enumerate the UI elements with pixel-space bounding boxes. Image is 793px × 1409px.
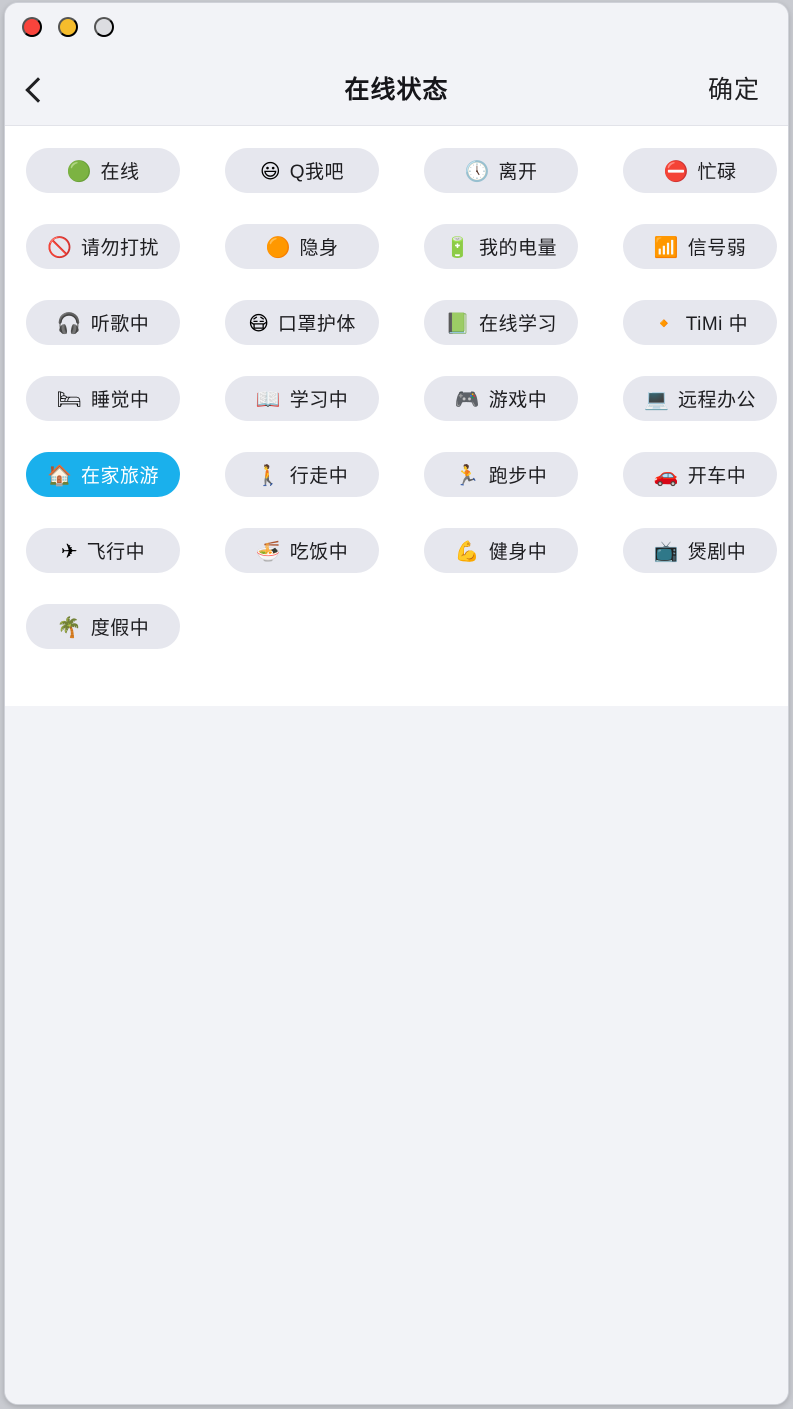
status-chip-label: 我的电量: [478, 238, 557, 259]
status-chip-driving[interactable]: 🚗 开车中: [623, 452, 777, 497]
status-chip-studying[interactable]: 📖 学习中: [225, 376, 379, 421]
q-me-icon: 😃: [259, 158, 281, 183]
timi-icon: 🔸: [651, 310, 677, 335]
status-chip-label: 在线: [100, 162, 140, 183]
status-chip-do-not-disturb[interactable]: 🚫 请勿打扰: [26, 224, 180, 269]
status-chip-q-me[interactable]: 😃 Q我吧: [225, 148, 379, 193]
status-chip-walking[interactable]: 🚶 行走中: [225, 452, 379, 497]
status-chip-vacation[interactable]: 🌴 度假中: [26, 604, 180, 649]
status-chip-label: 离开: [498, 162, 538, 183]
confirm-button[interactable]: 确定: [708, 55, 760, 125]
status-chip-invisible[interactable]: 🟠 隐身: [225, 224, 379, 269]
listening-icon: 🎧: [56, 310, 82, 335]
status-chip-label: 口罩护体: [277, 314, 356, 335]
status-chip-fitness[interactable]: 💪 健身中: [424, 528, 578, 573]
status-chip-label: 健身中: [488, 542, 548, 563]
status-chip-label: 吃饭中: [289, 542, 349, 563]
status-chip-label: 信号弱: [687, 238, 747, 259]
status-chip-label: 行走中: [289, 466, 349, 487]
home-travel-icon: 🏠: [47, 462, 72, 487]
status-chip-label: 在线学习: [478, 314, 557, 335]
status-chip-label: Q我吧: [289, 162, 345, 183]
minimize-button[interactable]: [58, 17, 78, 37]
status-chip-gaming[interactable]: 🎮 游戏中: [424, 376, 578, 421]
status-chip-my-battery[interactable]: 🔋 我的电量: [424, 224, 578, 269]
status-chip-label: TiMi 中: [685, 314, 749, 335]
weak-signal-icon: 📶: [653, 234, 679, 259]
status-chip-eating[interactable]: 🍜 吃饭中: [225, 528, 379, 573]
status-chip-label: 煲剧中: [687, 542, 747, 563]
app-window: 在线状态 确定 🟢 在线 😃 Q我吧 🕔 离开 ⛔ 忙碌 🚫 请勿打扰 🟠 隐身 🔋 我的电量 📶 信号弱 🎧 听…: [4, 2, 789, 1405]
status-panel: 🟢 在线 😃 Q我吧 🕔 离开 ⛔ 忙碌 🚫 请勿打扰 🟠 隐身 🔋 我的电量 📶 信号弱 🎧 听歌中 😷 口罩护体 📗…: [5, 126, 788, 706]
title-bar: [5, 3, 788, 55]
sleeping-icon: 🛏: [56, 386, 82, 411]
status-chip-remote-work[interactable]: 💻 远程办公: [623, 376, 777, 421]
vacation-icon: 🌴: [56, 614, 82, 639]
fitness-icon: 💪: [454, 538, 480, 563]
eating-icon: 🍜: [255, 538, 281, 563]
status-chip-listening[interactable]: 🎧 听歌中: [26, 300, 180, 345]
status-chip-flying[interactable]: ✈ 飞行中: [26, 528, 180, 573]
invisible-icon: 🟠: [265, 234, 291, 259]
status-chip-online[interactable]: 🟢 在线: [26, 148, 180, 193]
away-icon: 🕔: [464, 158, 490, 183]
status-chip-label: 学习中: [289, 390, 349, 411]
status-chip-label: 请勿打扰: [80, 238, 159, 259]
status-chip-online-study[interactable]: 📗 在线学习: [424, 300, 578, 345]
studying-icon: 📖: [255, 386, 281, 411]
traffic-light-group: [22, 17, 114, 37]
running-icon: 🏃: [454, 462, 480, 487]
status-chip-label: 隐身: [299, 238, 339, 259]
mask-up-icon: 😷: [248, 310, 269, 335]
status-chip-sleeping[interactable]: 🛏 睡觉中: [26, 376, 180, 421]
status-chip-label: 在家旅游: [80, 466, 159, 487]
status-chip-running[interactable]: 🏃 跑步中: [424, 452, 578, 497]
do-not-disturb-icon: 🚫: [47, 234, 72, 259]
status-chip-label: 睡觉中: [90, 390, 150, 411]
close-button[interactable]: [22, 17, 42, 37]
status-chip-away[interactable]: 🕔 离开: [424, 148, 578, 193]
status-chip-label: 远程办公: [677, 390, 756, 411]
page-title: 在线状态: [344, 76, 449, 104]
remote-work-icon: 💻: [644, 386, 669, 411]
busy-icon: ⛔: [663, 158, 689, 183]
empty-content-area: [5, 706, 788, 1404]
status-chip-label: 飞行中: [86, 542, 146, 563]
status-chip-home-travel[interactable]: 🏠 在家旅游: [26, 452, 180, 497]
online-icon: 🟢: [66, 158, 92, 183]
binge-watching-icon: 📺: [653, 538, 679, 563]
navigation-bar: 在线状态 确定: [5, 55, 788, 126]
status-chip-weak-signal[interactable]: 📶 信号弱: [623, 224, 777, 269]
walking-icon: 🚶: [255, 462, 281, 487]
driving-icon: 🚗: [653, 462, 679, 487]
zoom-button[interactable]: [94, 17, 114, 37]
status-chip-mask-up[interactable]: 😷 口罩护体: [225, 300, 379, 345]
status-chip-label: 开车中: [687, 466, 747, 487]
status-chip-label: 听歌中: [90, 314, 150, 335]
status-chip-label: 跑步中: [488, 466, 548, 487]
status-chip-label: 忙碌: [697, 162, 737, 183]
status-chip-binge-watching[interactable]: 📺 煲剧中: [623, 528, 777, 573]
status-chip-timi[interactable]: 🔸 TiMi 中: [623, 300, 777, 345]
my-battery-icon: 🔋: [445, 234, 470, 259]
status-chip-grid: 🟢 在线 😃 Q我吧 🕔 离开 ⛔ 忙碌 🚫 请勿打扰 🟠 隐身 🔋 我的电量 📶 信号弱 🎧 听歌中 😷 口罩护体 📗…: [5, 148, 778, 680]
online-study-icon: 📗: [445, 310, 470, 335]
status-chip-label: 度假中: [90, 618, 150, 639]
gaming-icon: 🎮: [454, 386, 480, 411]
flying-icon: ✈: [60, 538, 78, 563]
status-chip-label: 游戏中: [488, 390, 548, 411]
status-chip-busy[interactable]: ⛔ 忙碌: [623, 148, 777, 193]
